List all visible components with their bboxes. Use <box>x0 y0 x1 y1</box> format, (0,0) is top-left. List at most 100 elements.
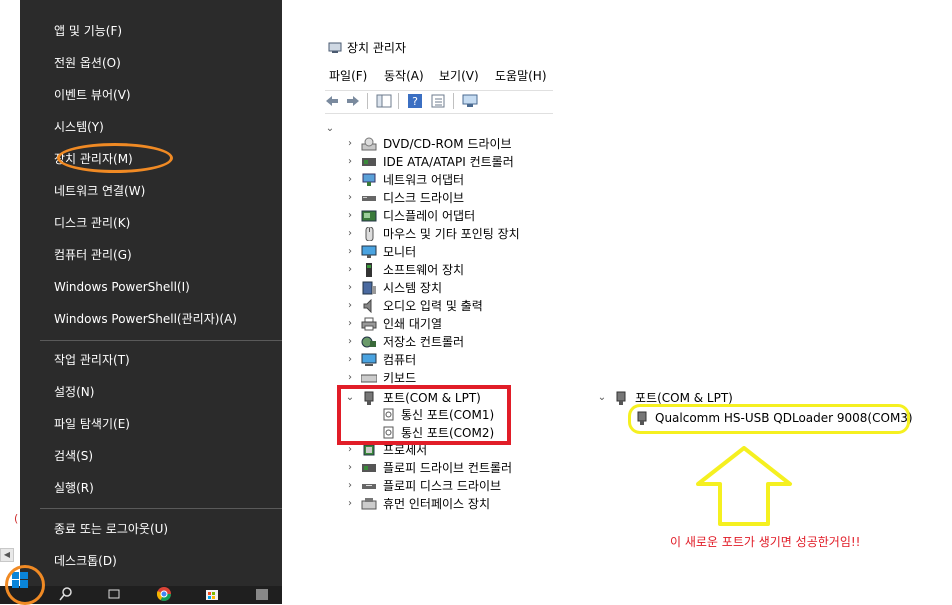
display-adapter-icon <box>361 210 377 222</box>
toolbar-border <box>325 90 553 91</box>
tree-item-label: 휴먼 인터페이스 장치 <box>383 497 490 511</box>
menu-item-search[interactable]: 검색(S) <box>54 444 93 468</box>
menu-item-run[interactable]: 실행(R) <box>54 476 94 500</box>
menu-item-event-viewer[interactable]: 이벤트 뷰어(V) <box>54 83 131 107</box>
chrome-icon[interactable] <box>156 586 172 602</box>
chevron-right-icon[interactable]: › <box>345 135 355 153</box>
window-title: 장치 관리자 <box>347 41 407 55</box>
dvd-drive-icon <box>361 137 377 151</box>
comm-port-icon <box>383 408 394 421</box>
menu-item-disk-management[interactable]: 디스크 관리(K) <box>54 211 130 235</box>
back-icon[interactable] <box>324 93 340 109</box>
software-device-icon <box>366 263 372 277</box>
system-device-icon <box>362 281 376 295</box>
chevron-right-icon[interactable]: › <box>345 189 355 207</box>
chevron-right-icon[interactable]: › <box>345 153 355 171</box>
tree-item-label: Qualcomm HS-USB QDLoader 9008(COM3) <box>655 411 913 425</box>
menu-item-apps-features[interactable]: 앱 및 기능(F) <box>54 19 122 43</box>
winx-menu: 앱 및 기능(F) 전원 옵션(O) 이벤트 뷰어(V) 시스템(Y) 장치 관… <box>20 0 282 586</box>
chevron-right-icon[interactable]: › <box>345 351 355 369</box>
menu-item-device-manager[interactable]: 장치 관리자(M) <box>54 147 133 171</box>
tree-item-label: 플로피 디스크 드라이브 <box>383 479 502 493</box>
menu-action[interactable]: 동작(A) <box>384 68 424 84</box>
menu-item-powershell-admin[interactable]: Windows PowerShell(관리자)(A) <box>54 307 237 331</box>
chevron-right-icon[interactable]: › <box>345 477 355 495</box>
disk-drive-icon <box>362 196 376 201</box>
tree-item-label: 네트워크 어댑터 <box>383 173 465 187</box>
comm-port-icon <box>383 426 394 439</box>
keyboard-icon <box>361 374 377 383</box>
annotation-note: 이 새로운 포트가 생기면 성공한거임!! <box>670 535 861 549</box>
tree-item-label: DVD/CD-ROM 드라이브 <box>383 137 512 151</box>
chevron-right-icon[interactable]: › <box>345 441 355 459</box>
menu-item-file-explorer[interactable]: 파일 탐색기(E) <box>54 412 130 436</box>
task-view-icon[interactable] <box>106 586 122 602</box>
menu-item-network-connections[interactable]: 네트워크 연결(W) <box>54 179 145 203</box>
device-manager-window: 장치 관리자 파일(F) 동작(A) 보기(V) 도움말(H) ? ⌄ › DV… <box>300 0 952 604</box>
tree-item-label: 인쇄 대기열 <box>383 317 443 331</box>
app-icon[interactable] <box>254 586 270 602</box>
scroll-left-button[interactable]: ◀ <box>0 548 14 562</box>
tree-item-label: 시스템 장치 <box>383 281 443 295</box>
menu-item-system[interactable]: 시스템(Y) <box>54 115 104 139</box>
tree-item-label: 디스플레이 어댑터 <box>383 209 476 223</box>
chevron-right-icon[interactable]: › <box>345 333 355 351</box>
chevron-right-icon[interactable]: › <box>345 369 355 387</box>
chevron-right-icon[interactable]: › <box>345 225 355 243</box>
menu-item-power-options[interactable]: 전원 옵션(O) <box>54 51 121 75</box>
menu-item-shutdown-signout[interactable]: 종료 또는 로그아웃(U) <box>54 517 168 541</box>
help-icon[interactable]: ? <box>407 93 423 109</box>
search-icon[interactable] <box>58 586 74 602</box>
chevron-down-icon[interactable]: ⌄ <box>325 120 335 138</box>
tree-item-label: 플로피 드라이브 컨트롤러 <box>383 461 513 475</box>
menu-view[interactable]: 보기(V) <box>439 68 479 84</box>
chevron-right-icon[interactable]: › <box>345 243 355 261</box>
port-icon <box>637 411 647 425</box>
store-icon[interactable] <box>204 586 220 602</box>
chevron-right-icon[interactable]: › <box>345 315 355 333</box>
menu-item-task-manager[interactable]: 작업 관리자(T) <box>54 348 130 372</box>
chevron-right-icon[interactable]: › <box>345 495 355 513</box>
menu-item-desktop[interactable]: 데스크톱(D) <box>54 549 117 573</box>
forward-icon[interactable] <box>345 93 361 109</box>
up-arrow-icon <box>696 446 792 526</box>
svg-text:?: ? <box>412 95 418 108</box>
chevron-right-icon[interactable]: › <box>345 459 355 477</box>
tree-item-label: 소프트웨어 장치 <box>383 263 465 277</box>
menu-help[interactable]: 도움말(H) <box>495 68 547 84</box>
menu-item-computer-management[interactable]: 컴퓨터 관리(G) <box>54 243 132 267</box>
menu-item-powershell[interactable]: Windows PowerShell(I) <box>54 275 190 299</box>
monitor-icon <box>361 245 377 258</box>
tree-item-label: 마우스 및 기타 포인팅 장치 <box>383 227 520 241</box>
menu-file[interactable]: 파일(F) <box>329 68 367 84</box>
console-tree-icon[interactable] <box>376 93 392 109</box>
properties-icon[interactable] <box>430 93 446 109</box>
printer-icon <box>361 317 377 331</box>
menu-item-settings[interactable]: 설정(N) <box>54 380 94 404</box>
chevron-right-icon[interactable]: › <box>345 279 355 297</box>
chevron-right-icon[interactable]: › <box>345 171 355 189</box>
menu-separator <box>40 508 282 509</box>
chevron-right-icon[interactable]: › <box>345 297 355 315</box>
tree-item-label: 오디오 입력 및 출력 <box>383 299 483 313</box>
chevron-right-icon[interactable]: › <box>345 207 355 225</box>
port-icon <box>364 391 374 405</box>
mouse-icon <box>365 227 374 241</box>
chevron-down-icon[interactable]: ⌄ <box>597 389 607 407</box>
tree-item-label: 모니터 <box>383 245 417 259</box>
toolbar-separator <box>367 93 368 109</box>
chevron-right-icon[interactable]: › <box>345 261 355 279</box>
tree-item-label: 포트(COM & LPT) <box>635 391 733 405</box>
hid-icon <box>361 498 377 510</box>
menu-separator <box>40 340 282 341</box>
speaker-icon <box>363 299 372 313</box>
device-manager-icon <box>328 42 342 53</box>
tree-item-label: 디스크 드라이브 <box>383 191 465 205</box>
tree-item-label: 통신 포트(COM2) <box>401 426 495 440</box>
tree-item-label: IDE ATA/ATAPI 컨트롤러 <box>383 155 514 169</box>
chevron-down-icon[interactable]: ⌄ <box>345 389 355 407</box>
tree-item-label: 포트(COM & LPT) <box>383 391 481 405</box>
tree-item-label: 통신 포트(COM1) <box>401 408 495 422</box>
windows-start-icon[interactable] <box>12 572 28 588</box>
scan-hardware-icon[interactable] <box>462 93 478 109</box>
